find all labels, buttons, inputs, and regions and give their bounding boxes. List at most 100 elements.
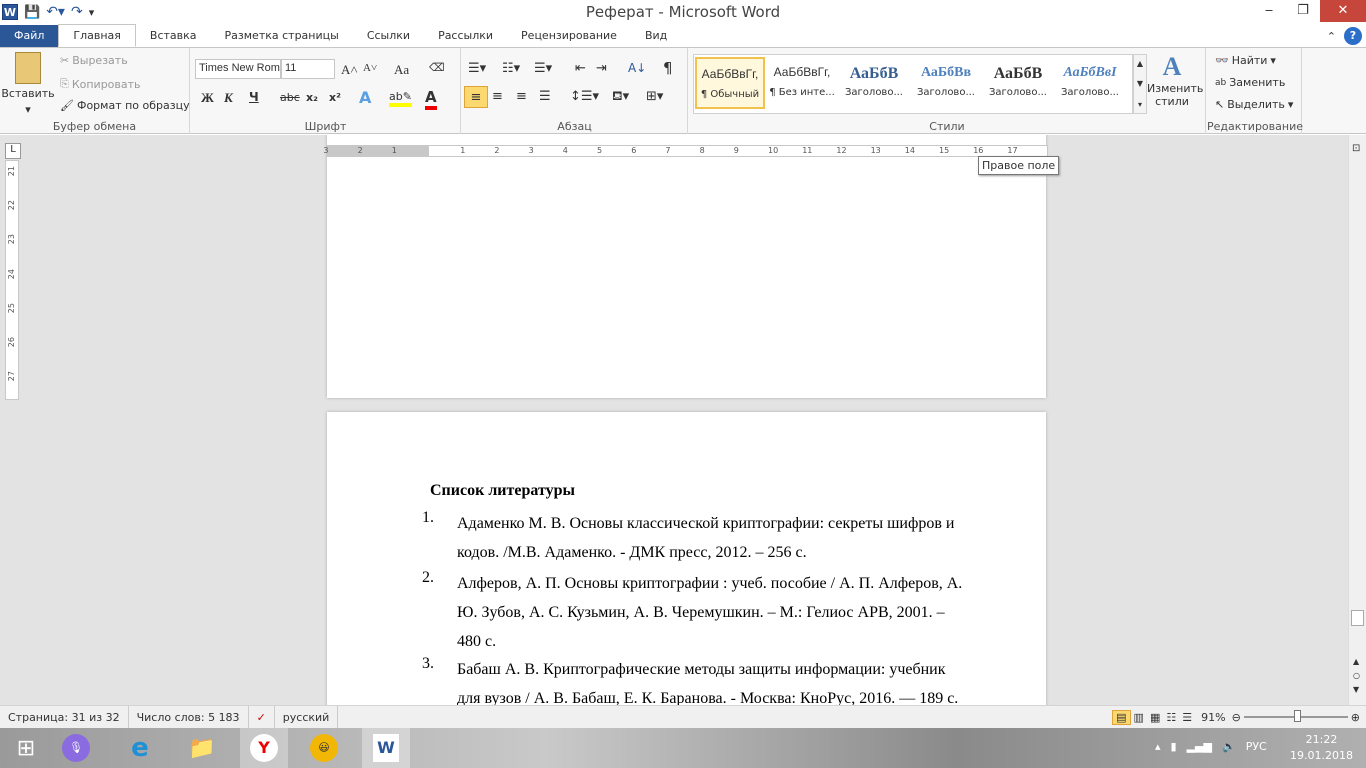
clock[interactable]: 21:22 19.01.2018 [1290, 732, 1353, 764]
network-icon[interactable]: ▂▄▆ [1187, 740, 1212, 753]
tab-references[interactable]: Ссылки [353, 25, 424, 47]
italic-button[interactable]: К [224, 90, 233, 106]
styles-scroll[interactable]: ▲ ▼ ▾ [1133, 54, 1147, 114]
tab-review[interactable]: Рецензирование [507, 25, 631, 47]
text-effects-icon[interactable]: A [359, 88, 371, 107]
ribbon: Вставить ▾ ✂ Вырезать ⎘ Копировать 🖌 Формат … [0, 48, 1366, 134]
grow-font-button[interactable]: A˄ [341, 62, 358, 78]
page-count[interactable]: Страница: 31 из 32 [0, 705, 129, 729]
format-painter-button[interactable]: 🖌 Формат по образцу [60, 99, 190, 112]
style-no-spacing[interactable]: АаБбВвГг, ¶ Без инте... [767, 57, 837, 109]
cut-button[interactable]: ✂ Вырезать [60, 54, 128, 67]
font-color-icon[interactable]: A [425, 88, 437, 110]
ruler-tick-label: 8 [699, 146, 705, 155]
tab-insert[interactable]: Вставка [136, 25, 211, 47]
zoom-level[interactable]: 91% [1195, 711, 1231, 724]
draft-icon[interactable]: ☰ [1179, 711, 1195, 724]
find-button[interactable]: 👓 Найти ▾ [1215, 54, 1276, 67]
zoom-in-button[interactable]: ⊕ [1351, 711, 1360, 724]
multilevel-list-icon[interactable]: ☰▾ [534, 61, 552, 76]
paste-button[interactable]: Вставить ▾ [1, 52, 55, 116]
select-button[interactable]: ↖ Выделить ▾ [1215, 98, 1293, 111]
superscript-button[interactable]: x² [329, 91, 341, 104]
copy-button[interactable]: ⎘ Копировать [60, 77, 141, 91]
bold-button[interactable]: Ж [201, 90, 214, 106]
numbering-icon[interactable]: ☷▾ [502, 61, 520, 76]
tab-selector[interactable]: L [5, 143, 21, 159]
change-case-button[interactable]: Aa [394, 62, 409, 78]
strikethrough-button[interactable]: abc [280, 91, 300, 104]
close-button[interactable]: ✕ [1320, 0, 1366, 22]
input-language[interactable]: РУС [1246, 740, 1267, 753]
shading-icon[interactable]: ⛾▾ [612, 89, 629, 106]
ruler-tick-label: 3 [323, 146, 329, 155]
line-spacing-icon[interactable]: ↕☰▾ [570, 89, 599, 104]
zoom-slider[interactable] [1243, 710, 1348, 722]
ruler-tick-label: 27 [7, 371, 16, 382]
view-ruler-icon[interactable]: ⊡ [1352, 143, 1360, 154]
clear-formatting-icon[interactable]: ⌫ [429, 61, 445, 74]
ie-icon[interactable]: e [116, 728, 164, 768]
style-heading-2[interactable]: АаБбВв Заголово... [911, 57, 981, 109]
justify-button[interactable]: ☰ [539, 89, 551, 104]
document-area[interactable]: Список литературы 1. Адаменко М. В. Основ… [0, 135, 1348, 705]
tab-page-layout[interactable]: Разметка страницы [211, 25, 353, 47]
battery-icon[interactable]: ▮ [1171, 740, 1177, 753]
increase-indent-icon[interactable]: ⇥ [596, 61, 607, 76]
minimize-button[interactable]: ‒ [1252, 0, 1286, 22]
style-normal[interactable]: АаБбВвГг, ¶ Обычный [695, 57, 765, 109]
yandex-browser-icon[interactable]: Y [240, 728, 288, 768]
ruler-tick-label: 13 [870, 146, 881, 155]
replace-button[interactable]: ab Заменить [1215, 76, 1285, 89]
style-heading-1[interactable]: АаБбВ Заголово... [839, 57, 909, 109]
show-hidden-icons[interactable]: ▴ [1155, 740, 1161, 753]
vertical-scrollbar[interactable]: ⊡ ▲ ○ ▼ [1348, 135, 1366, 705]
subscript-button[interactable]: x₂ [306, 91, 318, 104]
ruler-tick-label: 22 [7, 200, 16, 211]
tab-home[interactable]: Главная [58, 24, 136, 47]
outline-icon[interactable]: ☷ [1163, 711, 1179, 724]
align-right-button[interactable]: ≡ [516, 89, 527, 104]
horizontal-ruler[interactable]: 3 2 1 1 2 3 4 5 6 7 8 9 10 11 12 13 14 15 16 17 [323, 145, 1048, 157]
restore-button[interactable]: ❐ [1286, 0, 1320, 22]
full-screen-icon[interactable]: ▥ [1131, 711, 1147, 724]
align-left-button[interactable]: ≡ [464, 86, 488, 108]
underline-button[interactable]: Ч [249, 90, 259, 104]
web-layout-icon[interactable]: ▦ [1147, 711, 1163, 724]
minimize-ribbon-icon[interactable]: ⌃ [1327, 30, 1336, 43]
zoom-out-button[interactable]: ⊖ [1232, 711, 1241, 724]
print-layout-icon[interactable]: ▤ [1112, 709, 1131, 725]
borders-icon[interactable]: ⊞▾ [646, 89, 663, 104]
tab-view[interactable]: Вид [631, 25, 681, 47]
word-taskbar-icon[interactable]: W [362, 728, 410, 768]
start-button[interactable]: ⊞ [2, 728, 50, 768]
scrollbar-thumb[interactable] [1351, 610, 1364, 626]
help-icon[interactable]: ? [1344, 27, 1362, 45]
sort-icon[interactable]: А↓ [628, 61, 646, 75]
file-explorer-icon[interactable]: 📁 [178, 728, 226, 768]
style-title[interactable]: АаБбВ Заголово... [983, 57, 1053, 109]
tab-mailings[interactable]: Рассылки [424, 25, 507, 47]
decrease-indent-icon[interactable]: ⇤ [575, 61, 586, 76]
volume-icon[interactable]: 🔈 [1222, 740, 1236, 753]
ruler-tick-label: 21 [7, 166, 16, 177]
tab-file[interactable]: Файл [0, 25, 59, 47]
align-center-button[interactable]: ≡ [492, 89, 503, 104]
shrink-font-button[interactable]: A˅ [363, 62, 377, 74]
word-count[interactable]: Число слов: 5 183 [129, 705, 249, 729]
page-current[interactable]: Список литературы 1. Адаменко М. В. Основ… [327, 412, 1046, 705]
style-subtitle[interactable]: АаБбВвІ Заголово... [1055, 57, 1125, 109]
language[interactable]: русский [275, 705, 339, 729]
proofing-icon[interactable]: ✓ [249, 705, 275, 729]
font-name-combo[interactable]: Times New Roman [195, 59, 281, 79]
vertical-ruler[interactable]: 21 22 23 24 25 26 27 [5, 160, 19, 400]
show-marks-button[interactable]: ¶ [663, 59, 673, 77]
bullets-icon[interactable]: ☰▾ [468, 61, 486, 76]
change-styles-button[interactable]: A Изменить стили [1147, 52, 1203, 108]
browse-buttons[interactable]: ▲ ○ ▼ [1353, 655, 1360, 697]
highlight-icon[interactable]: ab✎ [389, 90, 412, 107]
cortana-button[interactable]: 🎙 [52, 728, 100, 768]
zoom-slider-thumb[interactable] [1294, 710, 1302, 722]
app-pro-icon[interactable]: 😃 [300, 728, 348, 768]
font-size-combo[interactable]: 11 [281, 59, 335, 79]
